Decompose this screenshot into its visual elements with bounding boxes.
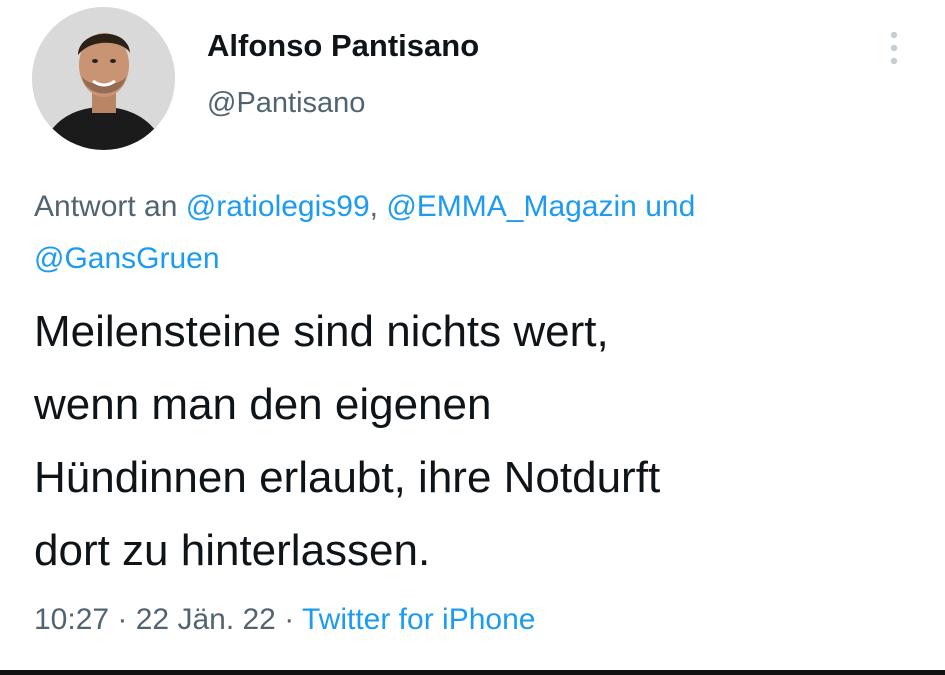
- tweet-text-line: Meilensteine sind nichts wert,: [34, 307, 609, 356]
- reply-conjunction: und: [636, 190, 696, 223]
- reply-context: Antwort an @ratiolegis99, @EMMA_Magazin …: [34, 181, 914, 285]
- mention-link[interactable]: @EMMA_Magazin: [386, 190, 637, 223]
- tweet-text: Meilensteine sind nichts wert, wenn man …: [34, 295, 914, 587]
- tweet-meta: 10:27 · 22 Jän. 22 · Twitter for iPhone: [34, 603, 535, 637]
- more-vertical-icon[interactable]: [880, 28, 908, 68]
- meta-separator: ·: [109, 603, 136, 636]
- avatar[interactable]: [32, 7, 175, 150]
- tweet-text-line: Hündinnen erlaubt, ihre Notdurft: [34, 453, 661, 502]
- tweet-source-link[interactable]: Twitter for iPhone: [302, 603, 535, 636]
- mention-link[interactable]: @GansGruen: [34, 242, 220, 275]
- tweet-date[interactable]: 22 Jän. 22: [136, 603, 276, 636]
- avatar-photo-icon: [32, 7, 175, 150]
- mention-link[interactable]: @ratiolegis99: [186, 190, 370, 223]
- reply-prefix: Antwort an: [34, 190, 186, 223]
- user-handle[interactable]: @Pantisano: [207, 87, 365, 120]
- display-name[interactable]: Alfonso Pantisano: [207, 28, 479, 64]
- reply-separator: ,: [369, 190, 387, 223]
- bottom-divider: [0, 670, 945, 675]
- tweet-card: Alfonso Pantisano @Pantisano Antwort an …: [0, 0, 945, 675]
- tweet-text-line: wenn man den eigenen: [34, 380, 492, 429]
- tweet-text-line: dort zu hinterlassen.: [34, 526, 431, 575]
- meta-separator: ·: [275, 603, 302, 636]
- tweet-time[interactable]: 10:27: [34, 603, 109, 636]
